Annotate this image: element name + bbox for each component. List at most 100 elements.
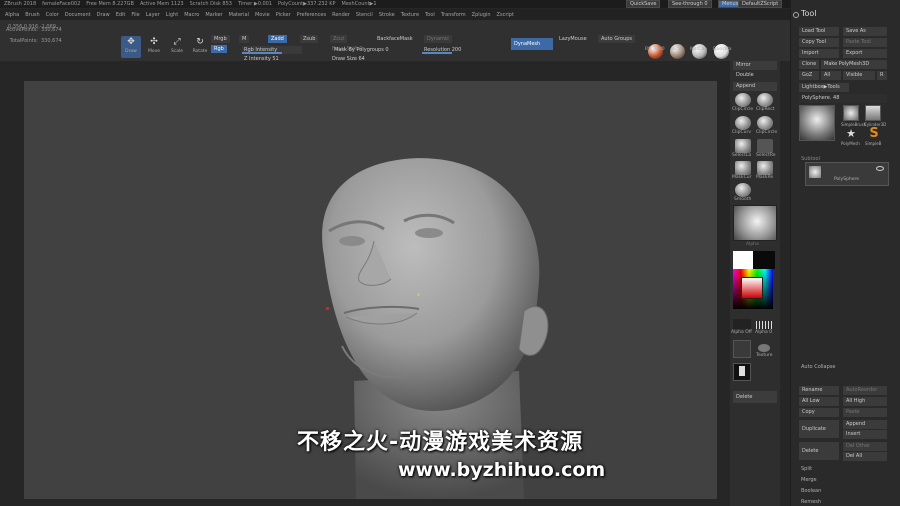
- import-button[interactable]: Import: [799, 49, 839, 58]
- clip-curve-icon[interactable]: [735, 116, 751, 130]
- menu-alpha[interactable]: Alpha: [5, 12, 19, 18]
- draw-mode-button[interactable]: ✥ Draw: [121, 36, 141, 58]
- mrgb-button[interactable]: Mrgb: [211, 35, 230, 43]
- mirror-button[interactable]: Mirror: [733, 61, 777, 70]
- current-tool-thumbnail[interactable]: [799, 105, 835, 141]
- alpha-off-icon[interactable]: [733, 319, 751, 329]
- cylinder-thumbnail[interactable]: [865, 105, 881, 121]
- remesh-menu[interactable]: Remesh: [801, 499, 821, 505]
- lightbox-tools-button[interactable]: Lightbox▶Tools: [799, 83, 849, 92]
- r-button[interactable]: R: [877, 71, 887, 80]
- menu-preferences[interactable]: Preferences: [297, 12, 326, 18]
- auto-groups-button[interactable]: Auto Groups: [598, 35, 636, 43]
- star-icon[interactable]: ★: [845, 128, 857, 140]
- menu-picker[interactable]: Picker: [276, 12, 291, 18]
- del-all-button[interactable]: Del All: [843, 452, 887, 461]
- menu-zplugin[interactable]: Zplugin: [472, 12, 491, 18]
- goz-button[interactable]: GoZ: [799, 71, 819, 80]
- autoreorder-button[interactable]: AutoReorder: [843, 386, 887, 395]
- simplebrush-thumbnail[interactable]: [843, 105, 859, 121]
- rename-button[interactable]: Rename: [799, 386, 839, 395]
- menu-edit[interactable]: Edit: [116, 12, 126, 18]
- double-button[interactable]: Double: [733, 71, 777, 80]
- menu-light[interactable]: Light: [166, 12, 178, 18]
- select-lasso-icon[interactable]: [735, 139, 751, 153]
- polysphere-slider[interactable]: PolySphere. 48: [799, 94, 887, 103]
- menu-draw[interactable]: Draw: [97, 12, 110, 18]
- clip-rect-icon[interactable]: [757, 93, 773, 107]
- menu-texture[interactable]: Texture: [401, 12, 419, 18]
- menu-layer[interactable]: Layer: [146, 12, 160, 18]
- menu-macro[interactable]: Macro: [184, 12, 199, 18]
- dynamesh-button[interactable]: DynaMesh: [511, 38, 553, 50]
- paste-subtool-button[interactable]: Paste: [843, 408, 887, 417]
- append-subtool-button[interactable]: Append: [843, 420, 887, 429]
- menu-brush[interactable]: Brush: [25, 12, 39, 18]
- menu-document[interactable]: Document: [65, 12, 91, 18]
- zbrush-s-icon[interactable]: S: [867, 127, 881, 141]
- menu-render[interactable]: Render: [332, 12, 350, 18]
- subtool-list-item[interactable]: PolySphere: [805, 162, 889, 186]
- visible-button[interactable]: Visible: [843, 71, 875, 80]
- menu-stencil[interactable]: Stencil: [356, 12, 373, 18]
- select-rect-icon[interactable]: [757, 139, 773, 153]
- load-tool-button[interactable]: Load Tool: [799, 27, 839, 36]
- copy-subtool-button[interactable]: Copy: [799, 408, 839, 417]
- mask-by-polygroups-slider[interactable]: Mask By Polygroups 0: [332, 46, 392, 54]
- mask-curve-icon[interactable]: [735, 161, 751, 175]
- all-low-button[interactable]: All Low: [799, 397, 839, 406]
- menu-file[interactable]: File: [131, 12, 139, 18]
- make-polymesh-button[interactable]: Make PolyMesh3D: [821, 60, 887, 69]
- secondary-color-swatch[interactable]: [753, 251, 775, 269]
- menu-color[interactable]: Color: [46, 12, 59, 18]
- merge-menu[interactable]: Merge: [801, 477, 817, 483]
- move-mode-button[interactable]: ✣ Move: [144, 36, 164, 58]
- delete-subtool-button[interactable]: Delete: [799, 442, 839, 460]
- rgb-button[interactable]: Rgb: [211, 45, 227, 53]
- menu-stroke[interactable]: Stroke: [379, 12, 395, 18]
- palette-pin-icon[interactable]: [793, 12, 799, 18]
- main-color-swatch[interactable]: [733, 251, 753, 269]
- color-picker-square[interactable]: [741, 277, 763, 299]
- menu-material[interactable]: Material: [229, 12, 249, 18]
- stroke-icon[interactable]: [733, 340, 751, 358]
- clip-circle-center-icon[interactable]: [757, 116, 773, 130]
- eye-icon[interactable]: [876, 166, 884, 171]
- delete-button[interactable]: Delete: [733, 391, 777, 403]
- mask-rect-icon[interactable]: [757, 161, 773, 175]
- resolution-slider[interactable]: Resolution 200: [422, 46, 478, 54]
- material-preview-swatch[interactable]: [733, 205, 777, 241]
- smooth-icon[interactable]: [735, 183, 751, 197]
- clip-circle-icon[interactable]: [735, 93, 751, 107]
- rotate-mode-button[interactable]: ↻ Rotate: [190, 36, 210, 58]
- zadd-button[interactable]: Zadd: [268, 35, 287, 43]
- insert-button[interactable]: Insert: [843, 430, 887, 439]
- scale-mode-button[interactable]: ⤢ Scale: [167, 36, 187, 58]
- split-menu[interactable]: Split: [801, 466, 812, 472]
- all-button[interactable]: All: [821, 71, 841, 80]
- menu-tool[interactable]: Tool: [425, 12, 435, 18]
- del-other-button[interactable]: Del Other: [843, 442, 887, 451]
- menu-movie[interactable]: Movie: [255, 12, 270, 18]
- append-button[interactable]: Append: [733, 82, 777, 91]
- quicksave-button[interactable]: QuickSave: [626, 0, 661, 8]
- lazymouse-button[interactable]: LazyMouse: [556, 35, 590, 43]
- see-through-slider[interactable]: See-through 0: [668, 0, 712, 8]
- rgb-intensity-slider[interactable]: Rgb Intensity: [242, 46, 302, 54]
- save-as-button[interactable]: Save As: [843, 27, 887, 36]
- texture-icon[interactable]: [758, 344, 770, 352]
- menu-transform[interactable]: Transform: [441, 12, 466, 18]
- boolean-menu[interactable]: Boolean: [801, 488, 821, 494]
- backface-mask-button[interactable]: BackfaceMask: [374, 35, 416, 43]
- auto-collapse-label[interactable]: Auto Collapse: [801, 364, 835, 370]
- zcut-button[interactable]: Zcut: [330, 35, 348, 43]
- color-picker[interactable]: [733, 269, 773, 309]
- export-button[interactable]: Export: [843, 49, 887, 58]
- alpha-icon[interactable]: [756, 321, 774, 329]
- dynamic-button[interactable]: Dynamic: [424, 35, 453, 43]
- menu-zscript[interactable]: Zscript: [497, 12, 514, 18]
- menu-marker[interactable]: Marker: [205, 12, 222, 18]
- paste-tool-button[interactable]: Paste Tool: [843, 38, 887, 47]
- m-button[interactable]: M: [239, 35, 250, 43]
- duplicate-button[interactable]: Duplicate: [799, 420, 839, 438]
